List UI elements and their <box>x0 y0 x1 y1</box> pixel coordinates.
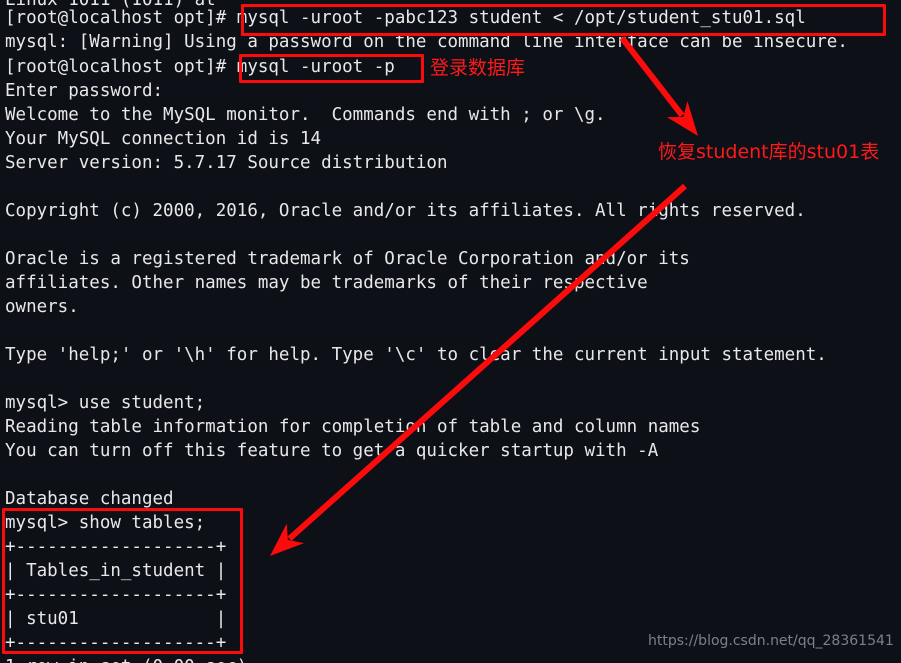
terminal-line: Oracle is a registered trademark of Orac… <box>5 249 690 269</box>
terminal-line: Database changed <box>5 489 174 509</box>
terminal-line: [root@localhost opt]# mysql -uroot -p <box>5 57 395 77</box>
terminal-line: Enter password: <box>5 81 164 101</box>
terminal-line: mysql> use student; <box>5 393 206 413</box>
terminal-line: [root@localhost opt]# mysql -uroot -pabc… <box>5 8 806 28</box>
terminal-line: Your MySQL connection id is 14 <box>5 129 322 149</box>
terminal-line: +-------------------+ <box>5 585 227 605</box>
terminal-line: affiliates. Other names may be trademark… <box>5 273 648 293</box>
csdn-watermark: https://blog.csdn.net/qq_28361541 <box>648 633 894 649</box>
terminal-line: | Tables_in_student | <box>5 561 227 581</box>
terminal-line: +-------------------+ <box>5 633 227 653</box>
restore-table-note: 恢复student库的stu01表 <box>658 141 880 163</box>
terminal-line: Type 'help;' or '\h' for help. Type '\c'… <box>5 345 827 365</box>
terminal-line: mysql> show tables; <box>5 513 206 533</box>
terminal-line: Welcome to the MySQL monitor. Commands e… <box>5 105 606 125</box>
terminal-screenshot: Linux 1011 (1011) at [root@localhost opt]… <box>0 0 901 663</box>
terminal-line: Copyright (c) 2000, 2016, Oracle and/or … <box>5 201 806 221</box>
login-db-note: 登录数据库 <box>430 57 526 79</box>
terminal-line: +-------------------+ <box>5 537 227 557</box>
terminal-line: You can turn off this feature to get a q… <box>5 441 659 461</box>
terminal-line: mysql: [Warning] Using a password on the… <box>5 32 848 52</box>
terminal-line: owners. <box>5 297 79 317</box>
terminal-line: Server version: 5.7.17 Source distributi… <box>5 153 448 173</box>
terminal-line: Reading table information for completion… <box>5 417 701 437</box>
terminal-line: | stu01 | <box>5 609 227 629</box>
show-tables-arrow <box>270 183 687 556</box>
terminal-line: 1 row in set (0.00 sec) <box>5 655 247 663</box>
